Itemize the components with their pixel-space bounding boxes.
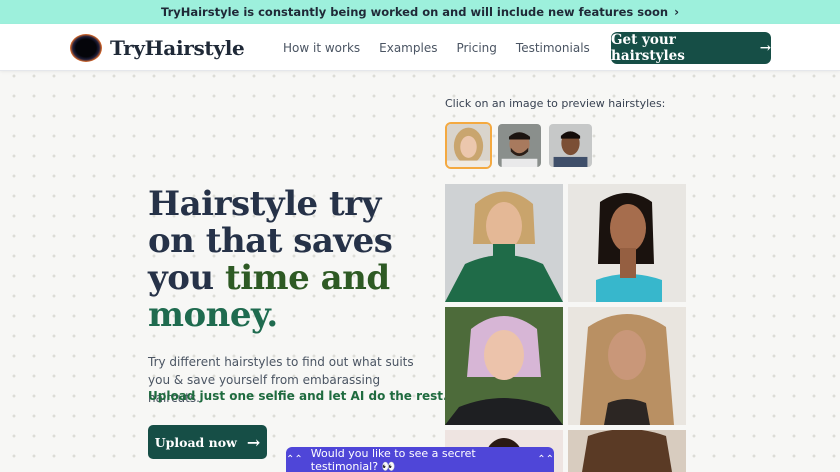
arrow-right-icon: → bbox=[246, 432, 261, 452]
preview-instruction: Click on an image to preview hairstyles: bbox=[445, 97, 666, 110]
selfie-thumbnail-woman[interactable] bbox=[445, 122, 492, 169]
get-hairstyles-label: Get your hairstyles bbox=[611, 32, 685, 64]
hero-line-3-prefix: you bbox=[148, 258, 225, 298]
announcement-text: TryHairstyle is constantly being worked … bbox=[160, 5, 669, 19]
nav-link-pricing[interactable]: Pricing bbox=[456, 41, 496, 55]
double-chevron-up-icon: ⌃⌃ bbox=[286, 454, 303, 465]
hairstyle-example-balayage-waves[interactable] bbox=[568, 307, 686, 425]
hero-highlight-money: money. bbox=[148, 295, 278, 335]
selfie-thumbnail-man-beard[interactable] bbox=[496, 122, 543, 169]
hero-subtitle-strong: Upload just one selfie and let AI do the… bbox=[148, 389, 448, 403]
upload-now-button[interactable]: Upload now → bbox=[148, 425, 267, 459]
hero-line-2: on that saves bbox=[148, 221, 393, 261]
chevron-right-icon: › bbox=[674, 5, 680, 19]
nav-links: How it works Examples Pricing Testimonia… bbox=[283, 41, 590, 55]
secret-testimonial-chip[interactable]: ⌃⌃ Would you like to see a secret testim… bbox=[286, 447, 554, 472]
get-hairstyles-button[interactable]: Get your hairstyles → bbox=[611, 32, 771, 64]
hero-line-3: you time and bbox=[148, 260, 392, 297]
navbar: TryHairstyle How it works Examples Prici… bbox=[0, 24, 840, 71]
hairstyle-example-pink-bob[interactable] bbox=[445, 307, 563, 425]
logo[interactable]: TryHairstyle bbox=[70, 34, 245, 62]
announcement-bar[interactable]: TryHairstyle is constantly being worked … bbox=[0, 0, 840, 24]
nav-link-how-it-works[interactable]: How it works bbox=[283, 41, 360, 55]
selfie-thumbnails bbox=[445, 122, 594, 169]
hero-highlight-time: time and bbox=[225, 258, 390, 298]
nav-link-testimonials[interactable]: Testimonials bbox=[516, 41, 590, 55]
logo-text: TryHairstyle bbox=[110, 36, 245, 60]
arrow-right-icon: → bbox=[759, 40, 771, 56]
hairstyle-example-sleek-ponytail[interactable] bbox=[568, 184, 686, 302]
double-chevron-up-icon: ⌃⌃ bbox=[537, 454, 554, 465]
nav-link-examples[interactable]: Examples bbox=[379, 41, 437, 55]
hairstyle-example-partial-right[interactable] bbox=[568, 430, 686, 472]
hairstyle-example-green-top[interactable] bbox=[445, 184, 563, 302]
logo-icon bbox=[70, 34, 102, 62]
selfie-thumbnail-man[interactable] bbox=[547, 122, 594, 169]
upload-now-label: Upload now bbox=[154, 434, 237, 450]
secret-testimonial-text: Would you like to see a secret testimoni… bbox=[310, 446, 476, 472]
hero-line-1: Hairstyle try bbox=[148, 184, 381, 224]
hero-headline: Hairstyle try on that saves you time and… bbox=[148, 184, 393, 335]
